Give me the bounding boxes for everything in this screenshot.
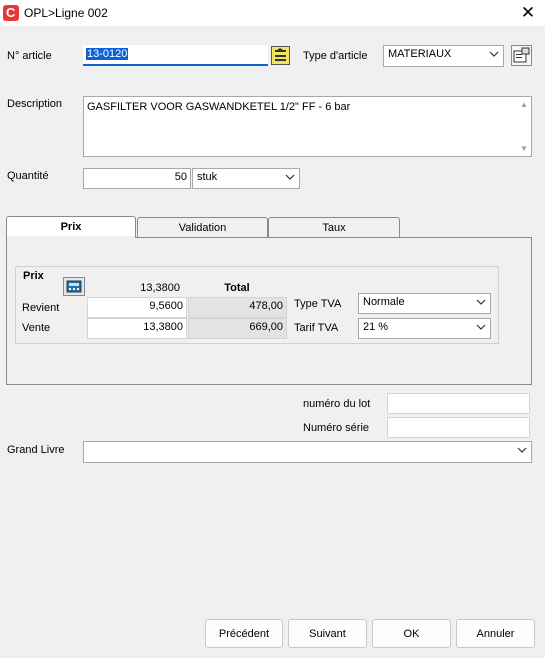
annuler-button[interactable]: Annuler bbox=[456, 619, 535, 648]
lookup-icon[interactable] bbox=[271, 46, 290, 65]
window-title: OPL>Ligne 002 bbox=[24, 6, 108, 20]
article-input[interactable]: 13-0120 bbox=[83, 45, 268, 66]
vente-total: 669,00 bbox=[188, 318, 287, 339]
type-tva-label: Type TVA bbox=[294, 298, 342, 310]
type-article-label: Type d'article bbox=[303, 50, 368, 62]
calculator-icon[interactable] bbox=[63, 277, 85, 296]
suivant-button[interactable]: Suivant bbox=[288, 619, 367, 648]
serie-input[interactable] bbox=[387, 417, 530, 438]
chevron-down-icon bbox=[517, 447, 527, 453]
vente-label: Vente bbox=[22, 322, 51, 334]
close-button[interactable]: ✕ bbox=[518, 3, 538, 23]
prix-header-value: 13,3800 bbox=[140, 282, 180, 294]
title-bar: C OPL>Ligne 002 ✕ bbox=[0, 0, 545, 26]
chevron-down-icon bbox=[476, 324, 486, 330]
properties-icon[interactable] bbox=[511, 45, 532, 66]
tarif-tva-value: 21 % bbox=[363, 321, 389, 333]
type-tva-select[interactable]: Normale bbox=[358, 293, 491, 314]
serie-label: Numéro série bbox=[303, 422, 370, 434]
quantite-input[interactable]: 50 bbox=[83, 168, 191, 189]
lot-label: numéro du lot bbox=[303, 398, 371, 410]
quantite-label: Quantité bbox=[7, 170, 49, 182]
revient-label: Revient bbox=[22, 302, 60, 314]
type-article-select[interactable]: MATERIAUX bbox=[383, 45, 504, 67]
article-input-value: 13-0120 bbox=[86, 48, 129, 60]
description-textarea[interactable]: GASFILTER VOOR GASWANDKETEL 1/2" FF - 6 … bbox=[83, 96, 532, 157]
app-logo-icon: C bbox=[3, 5, 19, 21]
tab-join bbox=[7, 236, 135, 239]
description-value: GASFILTER VOOR GASWANDKETEL 1/2" FF - 6 … bbox=[87, 101, 351, 113]
revient-input[interactable]: 9,5600 bbox=[87, 297, 187, 318]
type-tva-value: Normale bbox=[363, 296, 405, 308]
chevron-down-icon bbox=[489, 51, 499, 57]
revient-total: 478,00 bbox=[188, 297, 287, 318]
article-label: N° article bbox=[7, 50, 52, 62]
chevron-down-icon bbox=[285, 174, 295, 180]
tab-taux[interactable]: Taux bbox=[268, 217, 400, 238]
chevron-down-icon bbox=[476, 299, 486, 305]
tarif-tva-label: Tarif TVA bbox=[294, 322, 339, 334]
grand-livre-select[interactable] bbox=[83, 441, 532, 463]
lot-input[interactable] bbox=[387, 393, 530, 414]
ok-button[interactable]: OK bbox=[372, 619, 451, 648]
tab-prix[interactable]: Prix bbox=[6, 216, 136, 238]
scroll-down-icon[interactable]: ▼ bbox=[520, 144, 528, 153]
unit-select[interactable]: stuk bbox=[192, 168, 300, 189]
grand-livre-label: Grand Livre bbox=[7, 444, 65, 456]
tarif-tva-select[interactable]: 21 % bbox=[358, 318, 491, 339]
vente-input[interactable]: 13,3800 bbox=[87, 318, 187, 339]
prix-section-label: Prix bbox=[23, 270, 44, 282]
tab-validation[interactable]: Validation bbox=[137, 217, 268, 238]
description-label: Description bbox=[7, 98, 63, 110]
unit-value: stuk bbox=[197, 171, 218, 183]
total-header: Total bbox=[224, 282, 250, 294]
scroll-up-icon[interactable]: ▲ bbox=[520, 100, 528, 109]
type-article-value: MATERIAUX bbox=[388, 48, 452, 60]
precedent-button[interactable]: Précédent bbox=[205, 619, 283, 648]
